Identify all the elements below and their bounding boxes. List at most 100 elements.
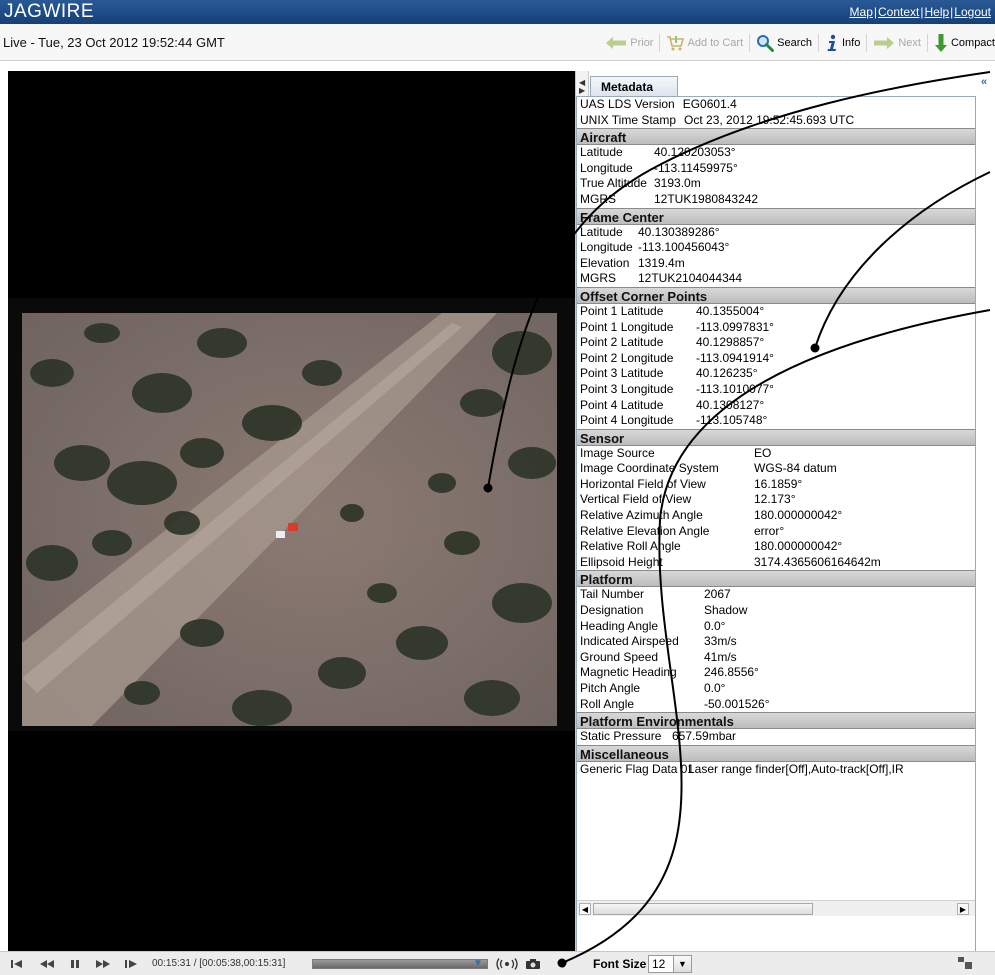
scroll-right-icon[interactable]: ▶ [957,903,969,915]
metadata-row: Longitude -113.11459975° [577,161,975,177]
pause-button[interactable] [66,956,84,972]
broadcast-icon [496,958,518,970]
arrow-right-icon [874,37,895,49]
metadata-row: Point 1 Latitude 40.1355004° [577,304,975,320]
metadata-key: Pitch Angle [580,681,641,695]
info-icon [827,34,836,51]
skip-start-icon [11,960,22,968]
metadata-section-header[interactable]: Sensor [577,428,975,446]
metadata-section-header[interactable]: Platform [577,570,975,588]
logout-link[interactable]: Logout [954,5,991,19]
metadata-row: Relative Elevation Angle error° [577,524,975,540]
metadata-value: EO [754,445,772,460]
aerial-video-image[interactable] [22,313,557,726]
metadata-section-header[interactable]: Offset Corner Points [577,286,975,304]
metadata-row: Point 4 Longitude -113.105748° [577,413,975,429]
horizontal-scrollbar[interactable]: ◀ ▶ [577,900,975,916]
metadata-tab-row: Metadata [590,76,980,96]
toolbar-separator [866,34,868,52]
compact-label: Compact [950,37,995,49]
progress-marker-icon[interactable]: ▼ [473,958,483,969]
metadata-row: Magnetic Heading 246.8556° [577,665,975,681]
info-label: Info [841,37,861,49]
video-frame [8,298,575,731]
video-pane[interactable] [8,71,575,951]
metadata-key: Image Coordinate System [580,461,719,476]
broadcast-button[interactable] [494,956,520,972]
step-forward-button[interactable] [122,956,140,972]
metadata-key: Vertical Field of View [580,492,692,507]
metadata-row: Static Pressure 657.59mbar [577,729,975,745]
metadata-value: Shadow [704,603,748,618]
metadata-key: Indicated Airspeed [580,634,679,649]
step-forward-icon [125,960,137,968]
toolbar-buttons: Prior Add to Cart Search Info Next Compa… [601,32,995,54]
skip-start-button[interactable] [8,956,26,972]
metadata-key: Roll Angle [580,696,635,711]
next-label: Next [898,37,921,49]
toolbar-separator [817,34,819,52]
metadata-row: UNIX Time Stamp Oct 23, 2012 19:52:45.693… [577,113,975,129]
search-label: Search [777,37,812,49]
search-button[interactable]: Search [752,32,816,54]
fast-forward-button[interactable] [94,956,112,972]
metadata-key: Point 1 Longitude [580,319,674,334]
progress-fill [313,960,487,968]
snapshot-button[interactable] [524,956,542,972]
metadata-section-header[interactable]: Platform Environmentals [577,712,975,730]
scrollbar-thumb[interactable] [593,903,813,915]
metadata-value: 0.0° [704,618,726,633]
font-size-value: 12 [652,957,666,971]
compact-button[interactable]: Compact [930,32,995,54]
metadata-row: MGRS 12TUK2104044344 [577,271,975,287]
metadata-value: 40.1308127° [696,397,765,412]
help-link[interactable]: Help [924,5,949,19]
map-link[interactable]: Map [850,5,873,19]
metadata-section-header[interactable]: Frame Center [577,207,975,225]
metadata-section-header[interactable]: Miscellaneous [577,744,975,762]
metadata-value: 40.126235° [696,366,758,381]
metadata-row: Horizontal Field of View 16.1859° [577,477,975,493]
toolbar-separator [926,34,928,52]
rewind-button[interactable] [38,956,56,972]
player-menu-button[interactable] [554,956,572,972]
splitter-arrow-icon[interactable]: ◀ ▶ [579,79,585,95]
metadata-key: Elevation [580,255,630,270]
metadata-row: True Altitude 3193.0m [577,176,975,192]
metadata-rows: UAS LDS Version EG0601.4 UNIX Time Stamp Oc… [577,97,975,777]
scroll-left-icon[interactable]: ◀ [579,903,591,915]
metadata-key: Magnetic Heading [580,665,677,680]
metadata-key: Relative Roll Angle [580,539,681,554]
dropdown-arrow-icon[interactable]: ▼ [673,956,691,972]
metadata-key: Relative Azimuth Angle [580,508,703,523]
metadata-key: MGRS [580,271,616,286]
metadata-value: 1319.4m [638,255,685,270]
context-link[interactable]: Context [878,5,919,19]
tab-metadata[interactable]: Metadata [590,76,678,96]
metadata-value: 180.000000042° [754,508,843,523]
arrow-down-icon [934,34,947,52]
metadata-value: 246.8556° [704,665,759,680]
add-to-cart-button[interactable]: Add to Cart [662,32,747,54]
next-button[interactable]: Next [869,32,925,54]
metadata-row: Image Source EO [577,446,975,462]
player-control-bar: 00:15:31 / [00:05:38,00:15:31] ▼ [0,951,590,975]
progress-bar[interactable]: ▼ [312,958,488,969]
metadata-value: -113.11459975° [654,160,738,175]
triangle-down-icon [558,961,568,968]
font-size-label: Font Size [593,957,647,971]
layout-toggle-icon[interactable] [957,956,973,970]
metadata-key: Latitude [580,145,623,160]
metadata-key: MGRS [580,191,616,206]
collapse-panel-icon[interactable]: « [981,76,995,90]
font-size-select[interactable]: 12 ▼ [648,955,692,973]
prior-button[interactable]: Prior [601,32,657,54]
info-button[interactable]: Info [821,32,864,54]
toolbar: Live - Tue, 23 Oct 2012 19:52:44 GMT Pri… [0,24,995,61]
metadata-key: True Altitude [580,176,647,191]
metadata-section-header[interactable]: Aircraft [577,128,975,146]
metadata-value: -113.1010077° [696,381,774,396]
metadata-value: -113.0997831° [696,319,774,334]
toolbar-separator [659,34,661,52]
metadata-row: Relative Azimuth Angle 180.000000042° [577,508,975,524]
